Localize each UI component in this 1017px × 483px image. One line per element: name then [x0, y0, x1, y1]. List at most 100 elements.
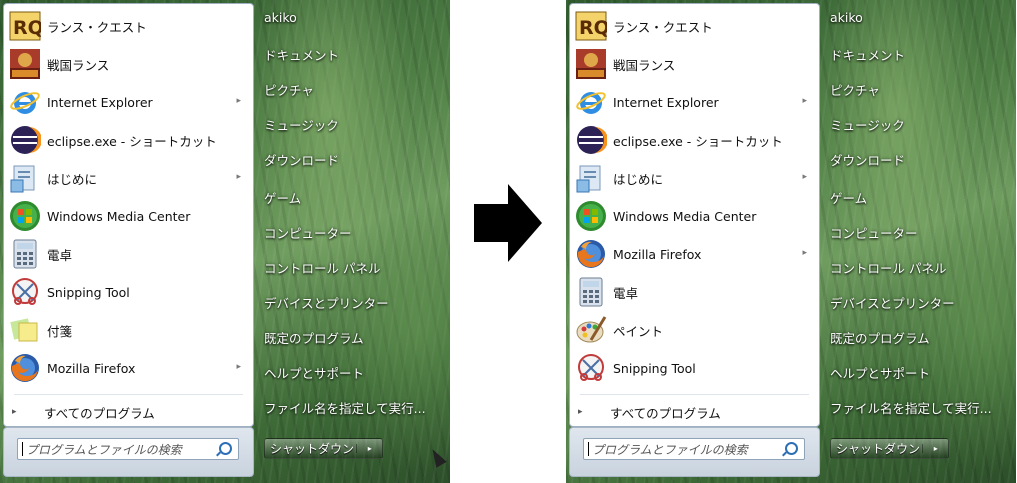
search-icon[interactable] — [219, 442, 232, 455]
program-item-eclipse-exe[interactable]: eclipse.exe - ショートカット — [6, 122, 251, 158]
search-icon[interactable] — [785, 442, 798, 455]
windows-media-center-icon — [575, 200, 607, 232]
text-caret — [22, 442, 23, 456]
program-item-item-1[interactable]: 戦国ランス — [6, 46, 251, 82]
start-menu-before: RQ ランス・クエスト 戦国ランス Internet Explorer ▸ eclipse… — [0, 0, 450, 483]
program-item-item-4[interactable]: はじめに ▸ — [6, 160, 251, 196]
search-placeholder: プログラムとファイルの検索 — [26, 443, 182, 457]
all-programs-button[interactable]: ▸ すべてのプログラム — [12, 402, 155, 422]
program-label: はじめに — [47, 171, 98, 187]
place-link[interactable]: コントロール パネル — [264, 258, 380, 277]
place-link[interactable]: ダウンロード — [830, 150, 905, 169]
place-link[interactable]: 既定のプログラム — [830, 328, 930, 347]
place-link[interactable]: ミュージック — [830, 115, 905, 134]
program-label: Internet Explorer — [613, 94, 719, 110]
all-programs-label: すべてのプログラム — [44, 405, 155, 421]
program-item-windows-media-center[interactable]: Windows Media Center — [572, 198, 817, 234]
submenu-arrow-icon[interactable]: ▸ — [236, 172, 241, 182]
internet-explorer-icon — [575, 86, 607, 118]
shutdown-options-arrow-icon[interactable]: ▸ — [922, 444, 948, 453]
program-label: Snipping Tool — [47, 284, 130, 300]
text-caret — [588, 442, 589, 456]
submenu-arrow-icon[interactable]: ▸ — [236, 362, 241, 372]
shutdown-button[interactable]: シャットダウン ▸ — [264, 438, 383, 459]
program-label: 戦国ランス — [47, 57, 110, 73]
program-label: Windows Media Center — [47, 208, 191, 224]
program-item-item-6[interactable]: 電卓 — [6, 236, 251, 272]
menu-divider — [14, 394, 243, 395]
place-link[interactable]: コンピューター — [830, 223, 918, 242]
svg-text:RQ: RQ — [13, 17, 41, 39]
paint-icon — [575, 314, 607, 346]
program-item-internet-explorer[interactable]: Internet Explorer ▸ — [572, 84, 817, 120]
program-item-mozilla-firefox[interactable]: Mozilla Firefox ▸ — [6, 350, 251, 386]
sticky-notes-icon — [9, 314, 41, 346]
sengoku-rance-icon — [575, 48, 607, 80]
program-item-item-4[interactable]: はじめに ▸ — [572, 160, 817, 196]
place-link[interactable]: デバイスとプリンター — [830, 293, 955, 312]
program-label: はじめに — [613, 171, 664, 187]
program-label: 付箋 — [47, 323, 73, 339]
place-link[interactable]: ヘルプとサポート — [264, 363, 364, 382]
search-input[interactable]: プログラムとファイルの検索 — [583, 438, 805, 460]
search-input[interactable]: プログラムとファイルの検索 — [17, 438, 239, 460]
place-link[interactable]: ゲーム — [264, 188, 301, 207]
snipping-tool-icon — [9, 276, 41, 308]
program-item-internet-explorer[interactable]: Internet Explorer ▸ — [6, 84, 251, 120]
submenu-arrow-icon[interactable]: ▸ — [802, 248, 807, 258]
transition-arrow-icon — [474, 184, 542, 262]
program-item-snipping-tool[interactable]: Snipping Tool — [572, 350, 817, 386]
program-item-windows-media-center[interactable]: Windows Media Center — [6, 198, 251, 234]
place-link[interactable]: コンピューター — [264, 223, 352, 242]
place-link[interactable]: ミュージック — [264, 115, 339, 134]
program-label: ランス・クエスト — [613, 19, 713, 35]
getting-started-icon — [9, 162, 41, 194]
program-item-item-7[interactable]: 電卓 — [572, 274, 817, 310]
place-link[interactable]: ファイル名を指定して実行... — [830, 398, 992, 417]
shutdown-button[interactable]: シャットダウン ▸ — [830, 438, 949, 459]
shutdown-options-arrow-icon[interactable]: ▸ — [356, 444, 382, 453]
pinned-programs-list: RQ ランス・クエスト 戦国ランス Internet Explorer ▸ eclipse… — [569, 3, 820, 427]
search-placeholder: プログラムとファイルの検索 — [592, 443, 748, 457]
program-item-item-8[interactable]: ペイント — [572, 312, 817, 348]
pinned-programs-list: RQ ランス・クエスト 戦国ランス Internet Explorer ▸ eclipse… — [3, 3, 254, 427]
submenu-arrow-icon[interactable]: ▸ — [802, 172, 807, 182]
start-menu-after: RQ ランス・クエスト 戦国ランス Internet Explorer ▸ eclipse… — [566, 0, 1016, 483]
submenu-arrow-icon[interactable]: ▸ — [236, 96, 241, 106]
program-item-item-0[interactable]: RQ ランス・クエスト — [6, 8, 251, 44]
program-item-eclipse-exe[interactable]: eclipse.exe - ショートカット — [572, 122, 817, 158]
place-link[interactable]: ドキュメント — [830, 45, 905, 64]
program-label: Windows Media Center — [613, 208, 757, 224]
place-link[interactable]: デバイスとプリンター — [264, 293, 389, 312]
program-item-mozilla-firefox[interactable]: Mozilla Firefox ▸ — [572, 236, 817, 272]
user-name-link[interactable]: akiko — [264, 10, 297, 25]
place-link[interactable]: ファイル名を指定して実行... — [264, 398, 426, 417]
place-link[interactable]: ゲーム — [830, 188, 867, 207]
program-item-item-8[interactable]: 付箋 — [6, 312, 251, 348]
place-link[interactable]: コントロール パネル — [830, 258, 946, 277]
place-link[interactable]: ピクチャ — [264, 80, 314, 99]
place-link[interactable]: ピクチャ — [830, 80, 880, 99]
program-item-item-1[interactable]: 戦国ランス — [572, 46, 817, 82]
firefox-icon — [9, 352, 41, 384]
place-link[interactable]: ヘルプとサポート — [830, 363, 930, 382]
place-link[interactable]: ダウンロード — [264, 150, 339, 169]
program-item-snipping-tool[interactable]: Snipping Tool — [6, 274, 251, 310]
program-label: ペイント — [613, 323, 664, 339]
program-label: Mozilla Firefox — [47, 360, 136, 376]
windows-media-center-icon — [9, 200, 41, 232]
place-link[interactable]: 既定のプログラム — [264, 328, 364, 347]
program-item-item-0[interactable]: RQ ランス・クエスト — [572, 8, 817, 44]
user-name-link[interactable]: akiko — [830, 10, 863, 25]
submenu-arrow-icon[interactable]: ▸ — [802, 96, 807, 106]
program-label: 電卓 — [47, 247, 73, 263]
snipping-tool-icon — [575, 352, 607, 384]
firefox-icon — [575, 238, 607, 270]
program-label: ランス・クエスト — [47, 19, 147, 35]
all-programs-button[interactable]: ▸ すべてのプログラム — [578, 402, 721, 422]
rance-quest-icon: RQ — [9, 10, 41, 42]
program-label: Mozilla Firefox — [613, 246, 702, 262]
eclipse-icon — [575, 124, 607, 156]
all-programs-label: すべてのプログラム — [610, 405, 721, 421]
place-link[interactable]: ドキュメント — [264, 45, 339, 64]
